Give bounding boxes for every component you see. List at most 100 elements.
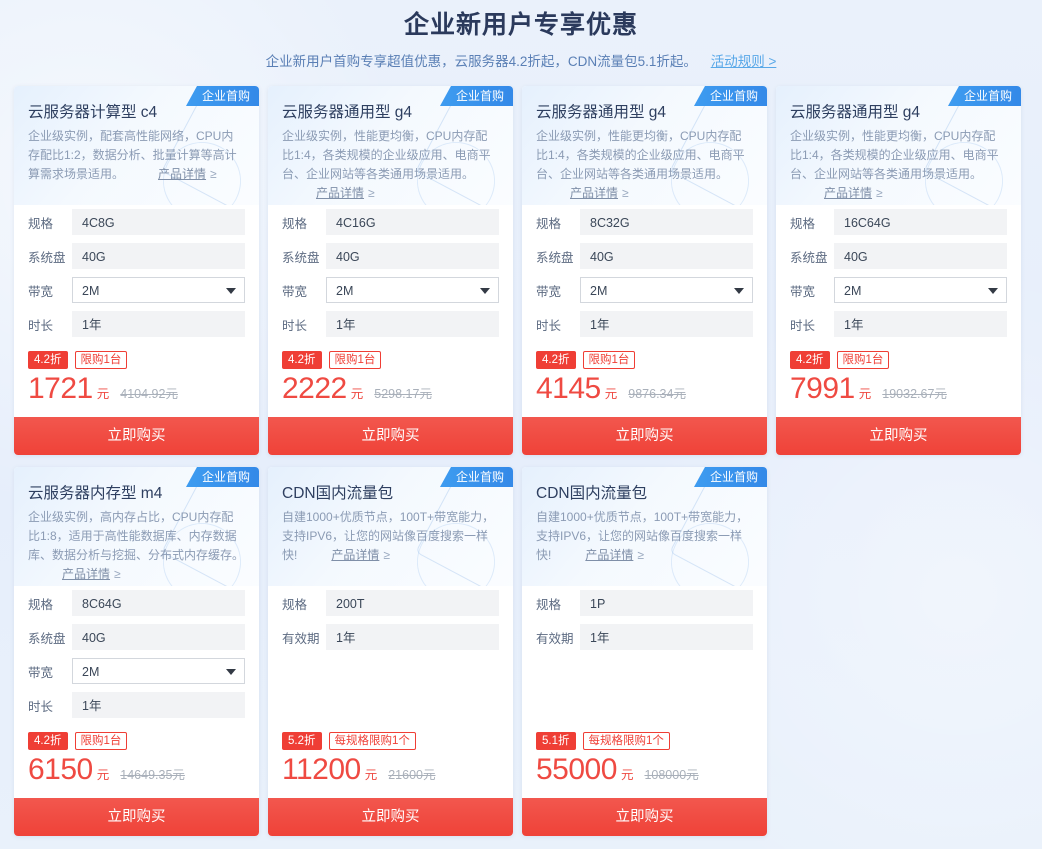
price-currency-unit: 元	[364, 768, 378, 782]
buy-now-button[interactable]: 立即购买	[14, 417, 259, 455]
spec-list: 规格 200T 有效期 1年	[268, 586, 513, 658]
tag-line: 4.2折 限购1台	[282, 351, 499, 369]
spec-value-text: 2M	[844, 284, 862, 298]
spec-label: 时长	[790, 318, 816, 333]
spec-value: 1年	[326, 311, 499, 337]
spec-row: 时长 1年	[790, 311, 1007, 337]
original-price: 21600元	[388, 768, 436, 782]
buy-now-button[interactable]: 立即购买	[776, 417, 1021, 455]
chevron-down-icon	[734, 288, 744, 294]
product-card: 企业首购 云服务器通用型 g4 企业级实例，性能更均衡，CPU内存配比1:4，各类规…	[522, 86, 767, 455]
current-price: 2222	[282, 372, 347, 405]
page-subtitle-text: 企业新用户首购专享超值优惠，云服务器4.2折起，CDN流量包5.1折起。	[265, 54, 697, 69]
current-price: 11200	[282, 753, 361, 786]
buy-now-button[interactable]: 立即购买	[268, 417, 513, 455]
current-price: 55000	[536, 753, 617, 786]
card-description-text: 企业级实例，高内存占比，CPU内存配比1:8，适用于高性能数据库、内存数据库、数…	[28, 510, 245, 562]
product-detail-link[interactable]: 产品详情	[316, 184, 364, 203]
spec-select[interactable]: 2M	[834, 277, 1007, 303]
spec-value-text: 2M	[82, 284, 100, 298]
product-card: 企业首购 云服务器通用型 g4 企业级实例，性能更均衡，CPU内存配比1:4，各类规…	[776, 86, 1021, 455]
purchase-limit-badge: 限购1台	[74, 732, 128, 750]
product-card: 企业首购 云服务器内存型 m4 企业级实例，高内存占比，CPU内存配比1:8，适用于…	[14, 467, 259, 836]
price-currency-unit: 元	[604, 387, 618, 401]
product-card: 企业首购 云服务器通用型 g4 企业级实例，性能更均衡，CPU内存配比1:4，各类规…	[268, 86, 513, 455]
original-price: 14649.35元	[120, 768, 185, 782]
spec-label: 带宽	[28, 284, 54, 299]
card-description: 企业级实例，性能更均衡，CPU内存配比1:4，各类规模的企业级应用、电商平台、企…	[536, 127, 753, 203]
spec-select[interactable]: 2M	[580, 277, 753, 303]
spec-label: 规格	[536, 597, 562, 612]
discount-badge: 4.2折	[282, 351, 322, 369]
spec-label: 带宽	[536, 284, 562, 299]
product-detail-link[interactable]: 产品详情	[570, 184, 618, 203]
spec-value: 8C32G	[580, 209, 753, 235]
card-header: 企业首购 云服务器计算型 c4 企业级实例，配套高性能网络，CPU内存配比1:2，数…	[14, 86, 259, 205]
spec-row: 系统盘 40G	[28, 243, 245, 269]
product-detail-link[interactable]: 产品详情	[824, 184, 872, 203]
product-detail-link[interactable]: 产品详情	[585, 546, 633, 565]
card-description: 自建1000+优质节点，100T+带宽能力，支持IPV6，让您的网站像百度搜索一…	[536, 508, 753, 584]
discount-badge: 4.2折	[790, 351, 830, 369]
spec-value-text: 40G	[82, 631, 106, 645]
spec-label: 系统盘	[28, 250, 66, 265]
spec-value: 1P	[580, 590, 753, 616]
spec-value: 4C8G	[72, 209, 245, 235]
spec-select[interactable]: 2M	[326, 277, 499, 303]
discount-badge: 4.2折	[28, 351, 68, 369]
discount-badge: 5.1折	[536, 732, 576, 750]
spec-row: 带宽 2M	[28, 658, 245, 684]
price-currency-unit: 元	[350, 387, 364, 401]
spec-row: 系统盘 40G	[536, 243, 753, 269]
purchase-limit-badge: 限购1台	[74, 351, 128, 369]
original-price: 5298.17元	[374, 387, 432, 401]
spec-value-text: 1年	[82, 699, 102, 713]
spec-list: 规格 1P 有效期 1年	[522, 586, 767, 658]
spec-select[interactable]: 2M	[72, 277, 245, 303]
product-detail-link[interactable]: 产品详情	[62, 565, 110, 584]
enterprise-first-purchase-badge: 企业首购	[185, 467, 259, 487]
spec-row: 规格 4C16G	[282, 209, 499, 235]
original-price: 9876.34元	[628, 387, 686, 401]
spec-row: 规格 200T	[282, 590, 499, 616]
spec-row: 时长 1年	[28, 692, 245, 718]
buy-now-button[interactable]: 立即购买	[522, 798, 767, 836]
chevron-down-icon	[226, 669, 236, 675]
price-section: 4.2折 限购1台 4145 元 9876.34元	[522, 345, 767, 417]
tag-line: 5.2折 每规格限购1个	[282, 732, 499, 750]
product-detail-link[interactable]: 产品详情	[331, 546, 379, 565]
enterprise-first-purchase-badge: 企业首购	[439, 467, 513, 487]
spec-row: 规格 4C8G	[28, 209, 245, 235]
spec-value-text: 2M	[82, 665, 100, 679]
spec-value-text: 8C64G	[82, 597, 122, 611]
spec-value-text: 2M	[336, 284, 354, 298]
price-currency-unit: 元	[96, 768, 110, 782]
spec-value-text: 200T	[336, 597, 365, 611]
product-detail-link[interactable]: 产品详情	[158, 165, 206, 184]
enterprise-first-purchase-badge: 企业首购	[185, 86, 259, 106]
buy-now-button[interactable]: 立即购买	[268, 798, 513, 836]
page-subtitle: 企业新用户首购专享超值优惠，云服务器4.2折起，CDN流量包5.1折起。 活动规…	[0, 52, 1042, 72]
original-price: 108000元	[644, 768, 699, 782]
chevron-right-icon: ≥	[876, 186, 883, 200]
spec-value: 4C16G	[326, 209, 499, 235]
spec-value: 40G	[72, 243, 245, 269]
price-section: 4.2折 限购1台 2222 元 5298.17元	[268, 345, 513, 417]
spec-value-text: 40G	[336, 250, 360, 264]
page-title: 企业新用户专享优惠	[403, 11, 638, 39]
spec-value: 200T	[326, 590, 499, 616]
spec-select[interactable]: 2M	[72, 658, 245, 684]
activity-rules-link[interactable]: 活动规则 >	[711, 54, 777, 69]
spec-value: 16C64G	[834, 209, 1007, 235]
spec-label: 带宽	[790, 284, 816, 299]
spec-value: 8C64G	[72, 590, 245, 616]
card-header: 企业首购 云服务器通用型 g4 企业级实例，性能更均衡，CPU内存配比1:4，各类规…	[522, 86, 767, 205]
spec-value: 40G	[72, 624, 245, 650]
buy-now-button[interactable]: 立即购买	[522, 417, 767, 455]
spec-value-text: 16C64G	[844, 216, 891, 230]
spec-value: 40G	[326, 243, 499, 269]
buy-now-button[interactable]: 立即购买	[14, 798, 259, 836]
price-line: 7991 元 19032.67元	[790, 371, 1007, 407]
card-header: 企业首购 CDN国内流量包 自建1000+优质节点，100T+带宽能力，支持IPV6…	[522, 467, 767, 586]
spec-value-text: 1P	[590, 597, 606, 611]
